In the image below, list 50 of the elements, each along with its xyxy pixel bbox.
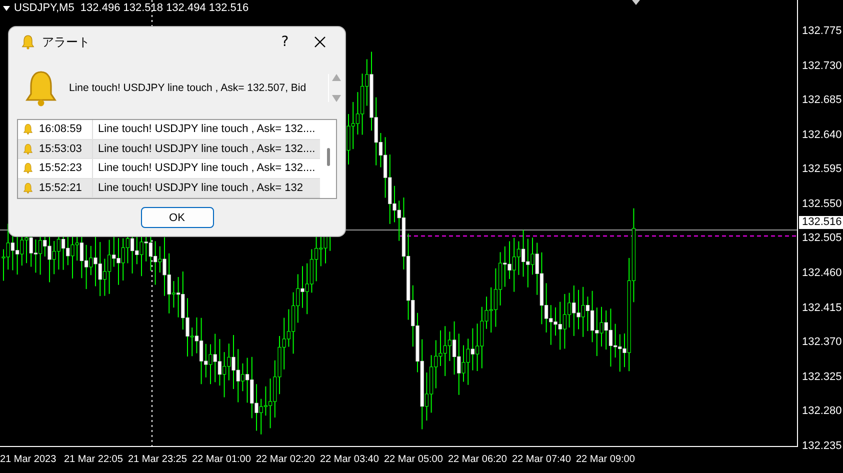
alert-log-text: Line touch! USDJPY line touch , Ask= 132 xyxy=(97,182,303,194)
time-axis-label: 22 Mar 05:00 xyxy=(384,454,444,467)
alert-time: 16:08:59 xyxy=(39,123,82,136)
dialog-title: アラート xyxy=(42,34,91,50)
ok-button[interactable]: OK xyxy=(140,207,214,228)
time-axis-label: 22 Mar 03:40 xyxy=(320,454,380,467)
alert-time: 15:52:23 xyxy=(39,162,82,174)
price-tick-label: 132.235 xyxy=(801,438,842,453)
time-axis-label: 22 Mar 02:20 xyxy=(256,454,316,467)
price-tick-label: 132.505 xyxy=(801,231,842,246)
alert-time: 15:52:21 xyxy=(39,182,82,194)
time-axis-label: 22 Mar 09:00 xyxy=(576,454,636,467)
current-price-label: 132.516 xyxy=(799,216,843,229)
dropdown-triangle-icon[interactable] xyxy=(3,6,10,10)
price-tick-label: 132.325 xyxy=(801,370,842,384)
time-axis-label: 21 Mar 22:05 xyxy=(64,454,124,467)
time-axis-label: 21 Mar 2023 xyxy=(0,454,58,467)
alert-log-row[interactable]: 16:08:59 Line touch! USDJPY line touch , Ask= 132.... xyxy=(18,120,320,140)
alert-log-row[interactable]: 15:53:03 Line touch! USDJPY line touch , Ask= 132.... xyxy=(18,140,320,159)
price-tick-label: 132.775 xyxy=(801,24,842,38)
bell-icon xyxy=(22,182,34,194)
alert-log-text: Line touch! USDJPY line touch , Ask= 132.... xyxy=(97,162,316,174)
bell-icon xyxy=(22,162,34,174)
chart-symbol-header: USDJPY,M5 132.496 132.518 132.494 132.516 xyxy=(14,2,249,14)
price-tick-label: 132.460 xyxy=(801,266,842,280)
price-tick-label: 132.550 xyxy=(801,196,842,211)
price-tick-label: 132.415 xyxy=(801,300,842,315)
time-axis-label: 22 Mar 07:40 xyxy=(512,454,572,467)
time-axis-label: 22 Mar 06:20 xyxy=(448,454,508,467)
alert-log-row[interactable]: 15:52:23 Line touch! USDJPY line touch , Ask= 132.... xyxy=(18,159,320,178)
price-tick-label: 132.595 xyxy=(801,162,842,176)
price-tick-label: 132.640 xyxy=(801,128,842,142)
chart-shift-marker-icon[interactable] xyxy=(632,0,640,5)
help-button[interactable]: ? xyxy=(271,34,299,50)
time-axis-label: 22 Mar 01:00 xyxy=(192,454,252,467)
close-icon xyxy=(314,36,326,48)
alert-log-text: Line touch! USDJPY line touch , Ask= 132.... xyxy=(97,142,316,155)
alert-message: Line touch! USDJPY line touch , Ask= 132.507, Bid xyxy=(69,82,306,94)
price-tick-label: 132.685 xyxy=(801,93,842,108)
alert-log-row[interactable]: 15:52:21 Line touch! USDJPY line touch , Ask= 132 xyxy=(18,178,320,198)
bell-icon xyxy=(22,142,34,155)
alert-time: 15:53:03 xyxy=(39,142,82,155)
bell-icon xyxy=(20,34,36,50)
bell-icon xyxy=(22,123,34,136)
scrollbar-thumb[interactable] xyxy=(326,148,330,166)
price-tick-label: 132.730 xyxy=(801,58,842,73)
time-axis-label: 21 Mar 23:25 xyxy=(128,454,188,467)
price-tick-label: 132.280 xyxy=(801,404,842,418)
alert-log-text: Line touch! USDJPY line touch , Ask= 132.... xyxy=(97,123,316,136)
price-tick-label: 132.370 xyxy=(801,335,842,350)
